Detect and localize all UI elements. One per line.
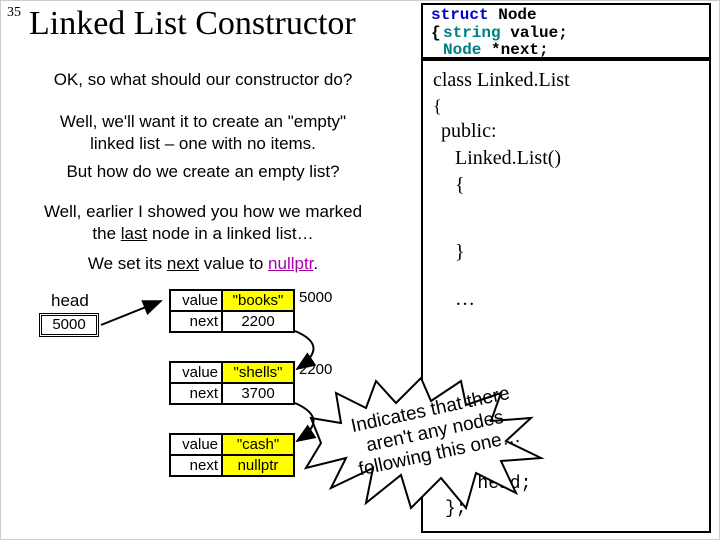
label-next: next <box>170 383 222 404</box>
node-1-address: 5000 <box>299 289 332 306</box>
text: Well, earlier I showed you how we marked <box>44 202 362 221</box>
node-value: "shells" <box>222 362 294 383</box>
text: node in a linked list… <box>147 224 313 243</box>
label-next: next <box>170 311 222 332</box>
code-line: { <box>433 94 699 118</box>
slide-title: Linked List Constructor <box>29 5 356 43</box>
keyword: struct <box>431 6 489 24</box>
code-line: { <box>455 172 699 199</box>
code-line: Linked.List() <box>455 145 699 172</box>
text: Well, we'll want it to create an "empty" <box>60 112 346 131</box>
text: . <box>313 254 318 273</box>
paragraph-1: OK, so what should our constructor do? <box>23 69 383 91</box>
paragraph-3: But how do we create an empty list? <box>23 161 383 183</box>
label-next: next <box>170 455 222 476</box>
label-value: value <box>170 290 222 311</box>
text-nullptr: nullptr <box>268 254 313 273</box>
text: value to <box>199 254 268 273</box>
node-1: value"books" next2200 <box>169 289 295 333</box>
paragraph-2: Well, we'll want it to create an "empty"… <box>23 111 383 155</box>
paragraph-5: We set its next value to nullptr. <box>23 253 383 275</box>
text: We set its <box>88 254 167 273</box>
code-line: … <box>455 286 699 313</box>
paragraph-4: Well, earlier I showed you how we marked… <box>23 201 383 245</box>
type: string <box>443 24 501 42</box>
text-last: last <box>121 224 147 243</box>
node-next: nullptr <box>222 455 294 476</box>
slide-number: 35 <box>7 5 21 21</box>
struct-code-box: struct Node { string value; Node *next; <box>421 3 711 59</box>
callout-burst: Indicates that there aren't any nodes fo… <box>301 373 551 513</box>
text: linked list – one with no items. <box>90 134 316 153</box>
text: *next; <box>491 41 549 59</box>
code-line: } <box>455 239 699 266</box>
head-pointer-box: 5000 <box>39 313 99 337</box>
label-value: value <box>170 434 222 455</box>
node-value: "books" <box>222 290 294 311</box>
node-next: 3700 <box>222 383 294 404</box>
text-next: next <box>167 254 199 273</box>
node-value: "cash" <box>222 434 294 455</box>
text: value; <box>501 24 568 42</box>
code-line: public: <box>441 118 699 145</box>
node-2: value"shells" next3700 <box>169 361 295 405</box>
code-line: class Linked.List <box>433 67 699 94</box>
node-next: 2200 <box>222 311 294 332</box>
node-3: value"cash" nextnullptr <box>169 433 295 477</box>
label-value: value <box>170 362 222 383</box>
type: Node <box>443 41 491 59</box>
head-label: head <box>51 291 89 311</box>
text: Node <box>489 6 537 24</box>
text: { <box>431 25 443 60</box>
text: the <box>92 224 120 243</box>
